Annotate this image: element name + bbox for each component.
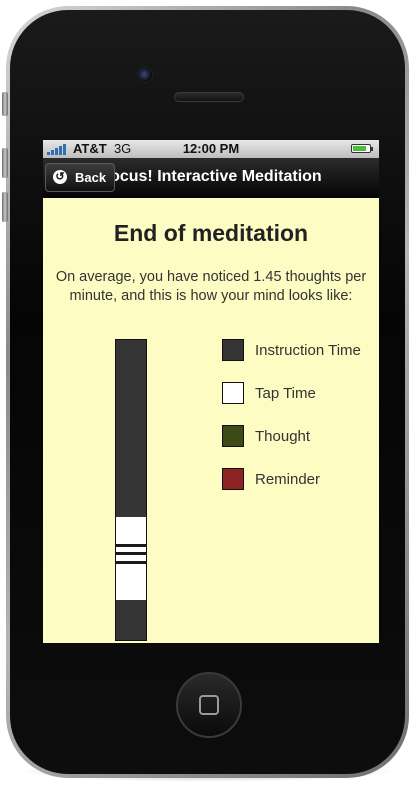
timeline-segment-tap-time	[116, 517, 146, 544]
timeline-segment-instruction-time	[116, 599, 146, 640]
timeline-segment-instruction-time	[116, 340, 146, 517]
legend-item-thought: Thought	[222, 425, 379, 447]
summary-line-2: minute, and this is how your mind looks …	[69, 288, 353, 304]
legend-swatch	[222, 339, 244, 361]
navigation-bar: Focus! Interactive Meditation ↺ Back	[43, 158, 379, 198]
legend-swatch	[222, 425, 244, 447]
front-camera	[137, 67, 153, 83]
status-bar: AT&T 3G 12:00 PM	[43, 140, 379, 158]
volume-down-button	[2, 192, 8, 222]
legend-item-tap-time: Tap Time	[222, 382, 379, 404]
legend-label: Instruction Time	[255, 342, 361, 359]
app-screen: AT&T 3G 12:00 PM Focus! Interactive Medi…	[43, 140, 379, 643]
meditation-timeline-bar	[115, 339, 147, 641]
legend-label: Thought	[255, 428, 311, 445]
back-arrow-icon: ↺	[53, 170, 67, 184]
status-clock: 12:00 PM	[182, 141, 240, 156]
legend-swatch	[222, 468, 244, 490]
volume-up-button	[2, 148, 8, 178]
legend-swatch	[222, 382, 244, 404]
legend-label: Tap Time	[255, 385, 316, 402]
summary-line-1: On average, you have noticed 1.45 though…	[55, 269, 367, 285]
back-button-label: Back	[75, 170, 107, 185]
earpiece-speaker	[174, 92, 244, 102]
page-title: End of meditation	[113, 220, 309, 246]
legend-item-reminder: Reminder	[222, 468, 379, 490]
mute-switch	[2, 92, 8, 116]
battery-icon	[351, 144, 373, 153]
summary-text: On average, you have noticed 1.45 though…	[43, 268, 379, 306]
legend-item-instruction-time: Instruction Time	[222, 339, 379, 361]
back-button[interactable]: ↺ Back	[45, 163, 115, 192]
home-button[interactable]	[176, 672, 242, 738]
timeline-segment-tap-time	[116, 563, 146, 600]
home-square-icon	[199, 695, 219, 715]
legend-label: Reminder	[255, 471, 321, 488]
